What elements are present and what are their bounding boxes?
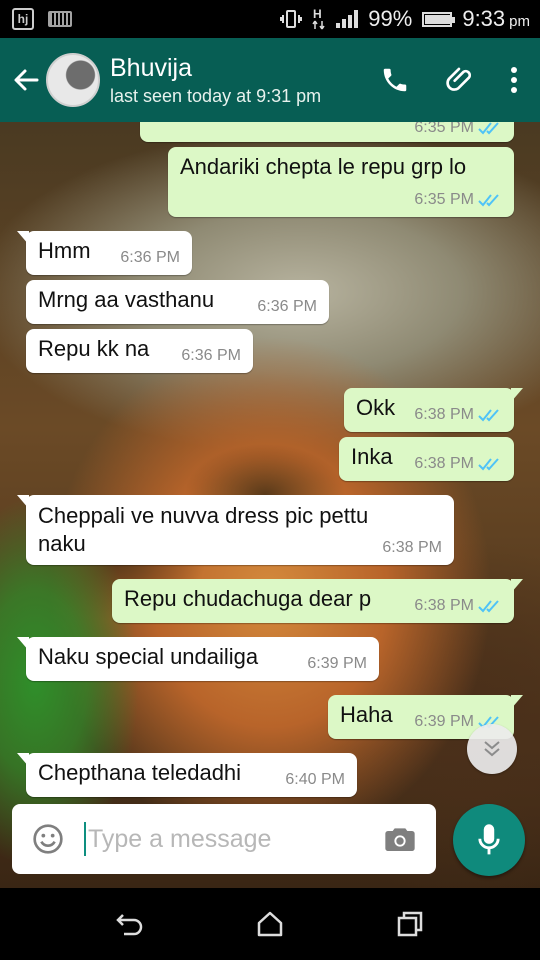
message-text: Inka [351, 444, 393, 469]
back-arrow-icon[interactable] [6, 60, 46, 100]
message-bubble[interactable]: Cheppali ve nuvva dress pic pettu naku 6… [17, 495, 454, 565]
message-bubble[interactable]: Repu chudachuga dear p 6:38 PM [112, 579, 523, 623]
read-ticks-icon [478, 194, 499, 207]
recent-apps-button[interactable] [380, 894, 440, 954]
message-time: 6:35 PM [414, 122, 474, 136]
message-time: 6:36 PM [120, 249, 180, 266]
hj-app-icon: hj [12, 8, 34, 30]
signal-icon [336, 10, 359, 28]
message-bubble[interactable]: Repu kk na 6:36 PM [26, 329, 253, 373]
voice-message-button[interactable] [453, 804, 525, 876]
message-time: 6:36 PM [257, 298, 317, 315]
double-chevron-down-icon [484, 741, 500, 757]
message-time: 6:35 PM [414, 191, 474, 208]
message-text: Andariki chepta le repu grp lo [180, 154, 467, 179]
message-text: Naku special undailiga [38, 644, 259, 669]
read-ticks-icon [478, 458, 499, 471]
battery-percent: 99% [368, 6, 413, 31]
home-icon [257, 911, 283, 937]
contact-avatar[interactable] [46, 53, 100, 107]
message-bubble[interactable]: Andariki chepta le repu grp lo 6:35 PM [168, 147, 514, 217]
message-text: Mrng aa vasthanu [38, 287, 215, 312]
recent-apps-icon [397, 911, 423, 937]
home-nav-button[interactable] [240, 894, 300, 954]
emoji-icon[interactable] [32, 823, 64, 855]
message-time: 6:40 PM [285, 771, 345, 788]
clock-time: 9:33 [462, 6, 506, 31]
message-time: 6:36 PM [181, 347, 241, 364]
vibrate-icon [280, 10, 303, 28]
system-nav-bar [0, 888, 540, 960]
message-text: Okk [356, 395, 396, 420]
contact-name: Bhuvija [110, 54, 192, 82]
message-text: Chepthana teledadhi [38, 760, 242, 785]
message-time: 6:39 PM [307, 655, 367, 672]
message-text: Hmm [38, 238, 91, 263]
back-nav-icon [116, 914, 143, 936]
keyboard-icon [48, 11, 72, 27]
message-bubble[interactable]: 6:35 PM [140, 122, 514, 142]
message-bubble[interactable]: Okk 6:38 PM [344, 388, 523, 432]
more-options-icon[interactable] [510, 66, 518, 94]
status-bar: hj H 99% 9:33 pm [0, 0, 540, 38]
message-text: Repu chudachuga dear p [124, 586, 372, 611]
message-bubble[interactable]: Inka 6:38 PM [339, 437, 514, 481]
message-text: Haha [340, 702, 393, 727]
contact-info[interactable]: Bhuvija last seen today at 9:31 pm [110, 53, 321, 107]
message-bubble[interactable]: Naku special undailiga 6:39 PM [17, 637, 379, 681]
back-nav-button[interactable] [100, 894, 160, 954]
message-time: 6:39 PM [414, 713, 474, 730]
chat-area[interactable]: 6:35 PM Andariki chepta le repu grp lo 6… [0, 122, 540, 888]
attach-icon[interactable] [444, 64, 476, 96]
message-bubble[interactable]: Chepthana teledadhi 6:40 PM [17, 753, 357, 797]
message-bubble[interactable]: Mrng aa vasthanu 6:36 PM [26, 280, 329, 324]
camera-icon[interactable] [384, 825, 416, 853]
battery-icon [422, 11, 456, 27]
message-text: Cheppali ve nuvva dress pic pettu naku [38, 503, 369, 556]
message-time: 6:38 PM [414, 406, 474, 423]
svg-text:H: H [313, 7, 322, 21]
network-h-icon: H [312, 7, 325, 30]
microphone-icon [478, 824, 500, 855]
message-text: Repu kk na [38, 336, 150, 361]
read-ticks-icon [478, 600, 499, 613]
last-seen-status: last seen today at 9:31 pm [110, 86, 322, 106]
message-time: 6:38 PM [414, 455, 474, 472]
message-input[interactable] [88, 824, 358, 854]
scroll-to-bottom-button[interactable] [467, 724, 517, 774]
message-composer [12, 804, 436, 874]
read-ticks-icon [478, 409, 499, 422]
voice-call-icon[interactable] [380, 65, 410, 95]
read-ticks-icon [478, 122, 499, 135]
message-bubble[interactable]: Hmm 6:36 PM [17, 231, 192, 275]
message-time: 6:38 PM [414, 597, 474, 614]
message-time: 6:38 PM [382, 539, 442, 556]
text-caret [84, 822, 86, 856]
chat-header: Bhuvija last seen today at 9:31 pm [0, 38, 540, 122]
clock-ampm: pm [509, 13, 530, 30]
